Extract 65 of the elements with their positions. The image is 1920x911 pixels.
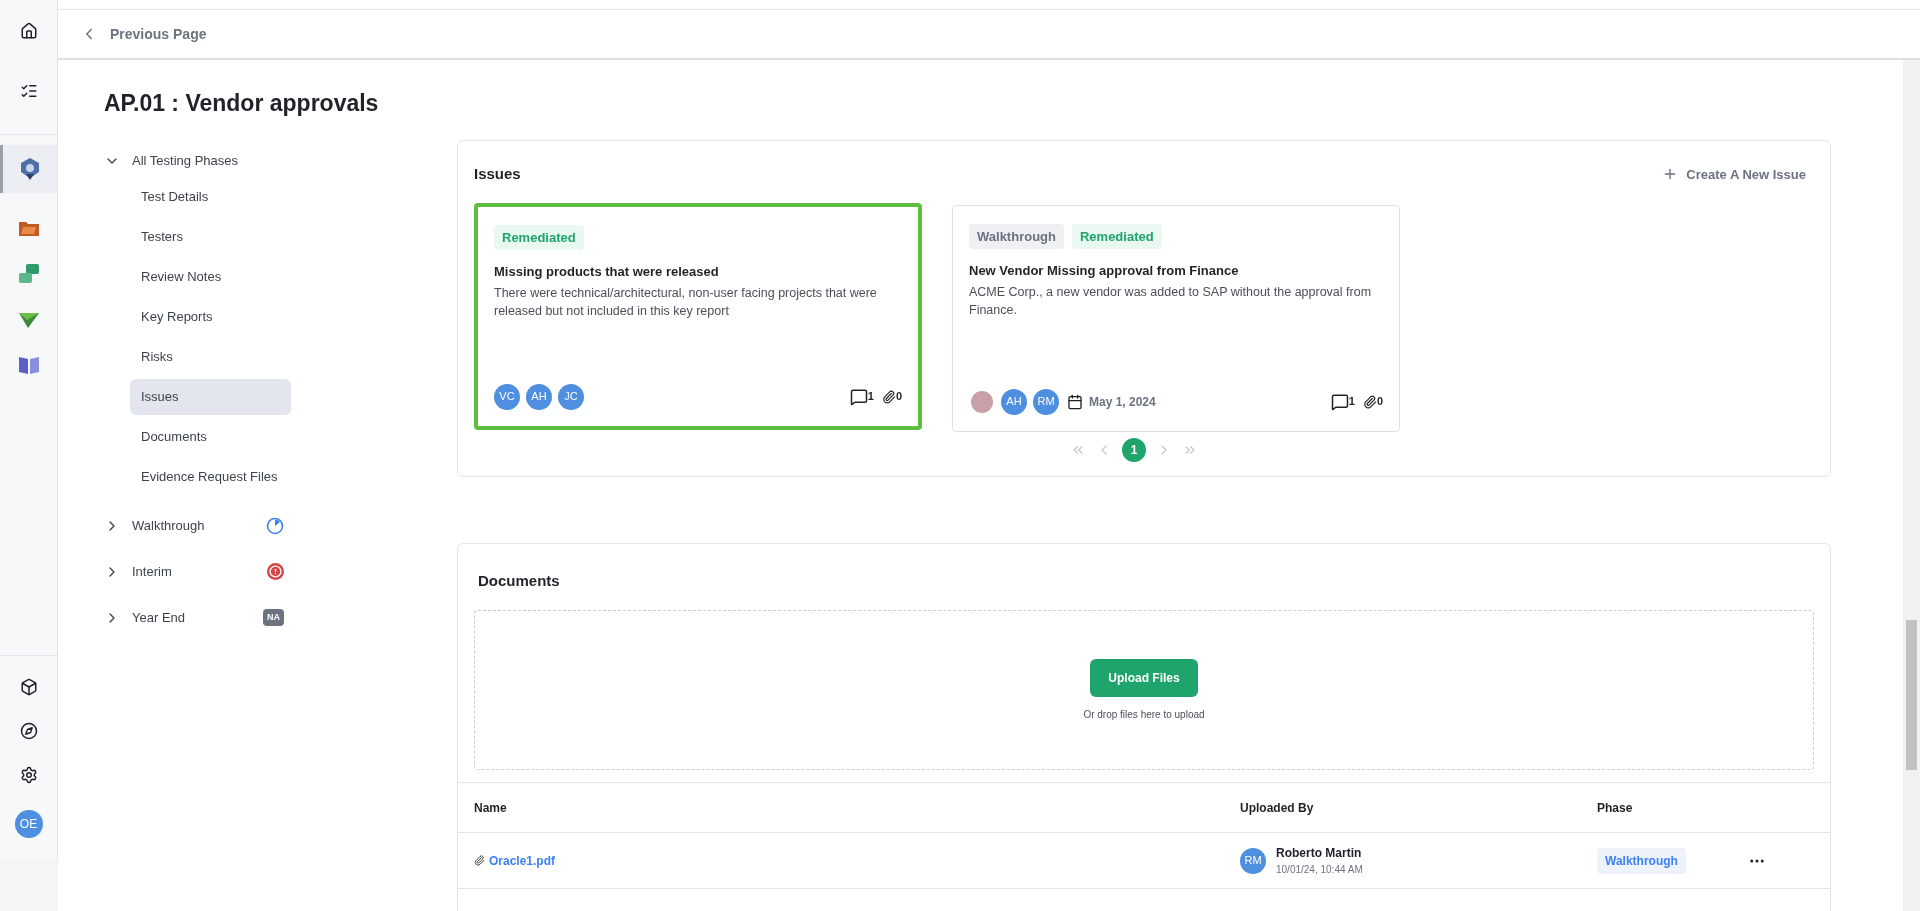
attachment-count: 0 (895, 389, 902, 405)
create-issue-button[interactable]: Create A New Issue (1662, 164, 1814, 184)
user-avatar: RM (1033, 388, 1059, 415)
upload-time: 10/01/24, 10:44 AM (1276, 863, 1363, 877)
comment-icon (1330, 392, 1349, 411)
nav-item[interactable]: Risks (130, 338, 291, 375)
column-header: Name (474, 799, 508, 817)
comment-count: 1 (867, 389, 874, 405)
progress-ring-icon (266, 516, 284, 535)
settings-icon[interactable] (19, 766, 38, 784)
issue-title: New Vendor Missing approval from Finance (969, 262, 1240, 280)
user-avatar: RM (1240, 847, 1266, 874)
folder-app-icon[interactable] (17, 219, 40, 237)
column-header: Uploaded By (1240, 799, 1315, 817)
issue-card[interactable]: Remediated Missing products that were released There were technical/architectural, non-user facing projects that were released but not included in this key report VC AH JC 1 0 (474, 202, 922, 430)
section-title: Documents (477, 570, 561, 591)
nav-item[interactable]: Evidence Request Files (130, 458, 291, 495)
uploader-name: Roberto Martin (1276, 845, 1363, 862)
issue-description: ACME Corp., a new vendor was added to SAP without the approval from Finance. (969, 283, 1373, 319)
nav-phase-toggle[interactable]: Year End (104, 607, 185, 628)
nav-group-toggle[interactable]: All Testing Phases (104, 142, 238, 179)
paperclip-icon (474, 855, 485, 866)
issue-card[interactable]: Walkthrough Remediated New Vendor Missing approval from Finance ACME Corp., a new vendor was added to SAP without the approval from Finance. AH RM May 1, 2024 1 0 (952, 204, 1400, 432)
paperclip-icon (1362, 394, 1377, 409)
drop-hint: Or drop files here to upload (1083, 707, 1205, 722)
comment-count: 1 (1348, 394, 1355, 410)
nav-phase-toggle[interactable]: Walkthrough (104, 515, 205, 536)
nav-item[interactable]: Documents (130, 418, 291, 455)
home-icon[interactable] (19, 22, 38, 40)
exchange-app-icon[interactable] (17, 263, 40, 285)
checklist-icon[interactable] (19, 82, 38, 100)
drop-zone[interactable]: Upload Files Or drop files here to upload (474, 610, 1814, 770)
paperclip-icon (881, 389, 896, 404)
nav-item[interactable]: Test Details (130, 178, 291, 215)
nav-item[interactable]: Key Reports (130, 298, 291, 335)
nav-item[interactable]: Review Notes (130, 258, 291, 295)
alert-icon (267, 563, 284, 580)
user-avatar: AH (526, 383, 552, 410)
comment-icon (849, 387, 868, 406)
due-date: May 1, 2024 (1089, 393, 1156, 411)
status-tag: Remediated (494, 224, 584, 250)
page-title: AP.01 : Vendor approvals (104, 89, 380, 118)
nav-phase-toggle[interactable]: Interim (104, 561, 172, 582)
status-tag: Remediated (1071, 223, 1162, 249)
phase-tag: Walkthrough (1597, 847, 1686, 874)
paper-plane-app-icon[interactable] (17, 311, 40, 329)
nav-item[interactable]: Testers (130, 218, 291, 255)
book-app-icon[interactable] (17, 355, 40, 375)
attachment-count: 0 (1376, 394, 1383, 410)
user-avatar: AH (1001, 388, 1027, 415)
issue-title: Missing products that were released (494, 263, 720, 281)
compass-icon[interactable] (19, 722, 38, 740)
user-avatar: VC (494, 383, 520, 410)
issue-description: There were technical/architectural, non-user facing projects that were released but not included in this key report (494, 284, 878, 320)
section-title: Issues (474, 164, 521, 184)
column-header: Phase (1597, 799, 1634, 817)
shield-app-icon[interactable] (19, 157, 41, 181)
calendar-icon (1067, 393, 1083, 410)
back-link[interactable]: Previous Page (80, 23, 207, 45)
cube-icon[interactable] (19, 678, 38, 696)
nav-item[interactable]: Issues (130, 378, 291, 415)
status-tag: Walkthrough (969, 223, 1064, 249)
file-link[interactable]: Oracle1.pdf (474, 851, 1240, 870)
phase-badge: NA (263, 608, 284, 627)
user-avatar: JC (558, 383, 584, 410)
